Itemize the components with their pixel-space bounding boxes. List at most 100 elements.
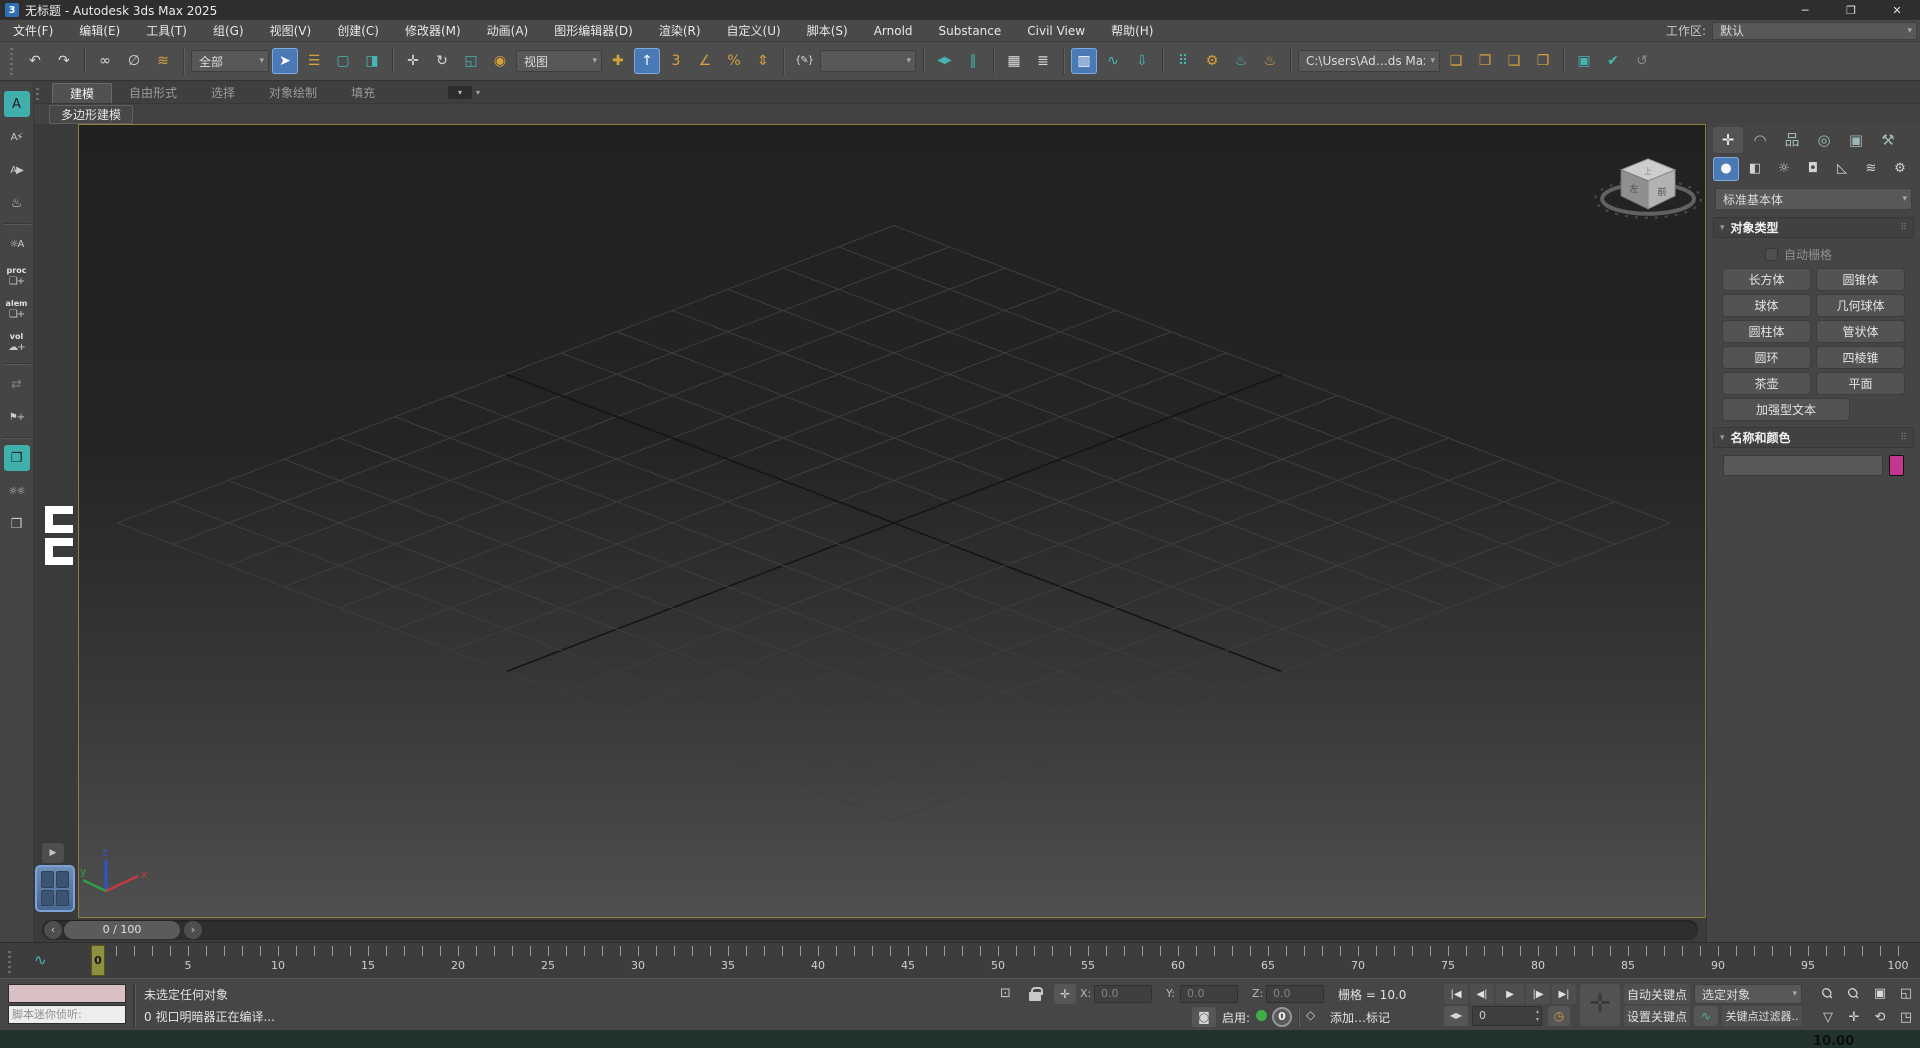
go-end-button[interactable]: ▶| [1552, 984, 1576, 1004]
pan-icon[interactable]: ✛ [1842, 1007, 1866, 1029]
key-mode-toggle-icon[interactable]: ◀▶ [1444, 1006, 1468, 1026]
y-coord-field[interactable]: 0.0 [1180, 985, 1238, 1003]
layer-explorer-icon[interactable]: ≣ [1030, 48, 1056, 74]
named-selection-sets-icon[interactable]: {✎} [791, 48, 817, 74]
material-editor-icon[interactable]: ⠿ [1170, 48, 1196, 74]
time-slider-track[interactable] [42, 920, 1698, 940]
ribbon-tab-填充[interactable]: 填充 [334, 83, 392, 103]
auto-key-button[interactable]: 自动关键点 [1624, 984, 1690, 1004]
current-frame-field[interactable]: 0 ▴▾ [1472, 1006, 1542, 1026]
close-button[interactable]: ✕ [1874, 0, 1920, 20]
object-type-rollout-header[interactable]: ▾ 对象类型 ⠿ [1713, 217, 1914, 238]
object-color-swatch[interactable] [1889, 455, 1904, 476]
ribbon-tab-选择[interactable]: 选择 [194, 83, 252, 103]
menu-item[interactable]: Civil View [1014, 24, 1098, 38]
viewport-canvas[interactable]: 上 左 前 z x y [79, 125, 1705, 917]
arnold-sequence-icon[interactable]: A▶ [4, 157, 30, 183]
viewport-layout-tab-icon[interactable] [45, 538, 73, 565]
project-folder-dropdown[interactable]: C:\Users\Ad…ds Max 2025▾ [1298, 50, 1440, 72]
menu-item[interactable]: 动画(A) [474, 24, 542, 38]
menu-item[interactable]: 编辑(E) [66, 24, 133, 38]
object-button-加强型文本[interactable]: 加强型文本 [1723, 399, 1849, 420]
percent-snap-icon[interactable]: % [721, 48, 747, 74]
mirror-icon[interactable]: ◀▶ [931, 48, 957, 74]
spinner-icon[interactable]: ▴▾ [1536, 1008, 1539, 1024]
scene-health-check-icon[interactable]: ✔ [1600, 48, 1626, 74]
tab-hierarchy[interactable]: 品 [1777, 127, 1807, 153]
object-button-圆柱体[interactable]: 圆柱体 [1723, 321, 1810, 342]
undo-history-icon[interactable]: ↺ [1629, 48, 1655, 74]
ribbon-tab-对象绘制[interactable]: 对象绘制 [252, 83, 334, 103]
arnold-light-icon[interactable]: ☼A [4, 231, 30, 257]
cat-lights[interactable]: ☼ [1771, 157, 1797, 181]
angle-snap-icon[interactable]: ∠ [692, 48, 718, 74]
bind-spacewarp-icon[interactable]: ≋ [150, 48, 176, 74]
x-coord-field[interactable]: 0.0 [1094, 985, 1152, 1003]
object-button-球体[interactable]: 球体 [1723, 295, 1810, 316]
zoom-all-icon[interactable]: Ϙ [1838, 978, 1871, 1011]
toolbar-grip[interactable] [10, 47, 13, 75]
select-link-icon[interactable]: ∞ [92, 48, 118, 74]
move-icon[interactable]: ✛ [400, 48, 426, 74]
menu-item[interactable]: 自定义(U) [714, 24, 794, 38]
autogrid-checkbox[interactable] [1765, 248, 1778, 261]
tab-utilities[interactable]: ⚒ [1873, 127, 1903, 153]
select-object-icon[interactable]: ➤ [272, 48, 298, 74]
go-start-button[interactable]: |◀ [1444, 984, 1468, 1004]
light-lister-icon[interactable]: ☼☼ [4, 478, 30, 504]
tab-create[interactable]: ✛ [1713, 127, 1743, 153]
snap-3d-icon[interactable]: 3 [663, 48, 689, 74]
selection-lock-icon[interactable] [1029, 992, 1041, 1001]
menu-item[interactable]: 修改器(M) [392, 24, 474, 38]
mini-curve-editor-icon[interactable]: ∿ [34, 951, 47, 969]
trackbar-grip[interactable] [8, 949, 11, 973]
arnold-alembic-icon[interactable]: alem❑+ [4, 297, 30, 323]
viewcube[interactable]: 上 左 前 [1595, 159, 1701, 218]
menu-item[interactable]: 视图(V) [257, 24, 325, 38]
project-import-icon[interactable]: ❏ [1443, 48, 1469, 74]
add-marker-label[interactable]: 添加…标记 [1330, 1009, 1390, 1026]
arnold-volume-icon[interactable]: vol☁+ [4, 330, 30, 356]
viewport-layout-tab-icon[interactable] [45, 506, 73, 533]
cat-spacewarps[interactable]: ≋ [1858, 157, 1884, 181]
track-bar[interactable]: ∿ 05101520253035404550556065707580859095… [0, 942, 1920, 978]
object-button-圆锥体[interactable]: 圆锥体 [1817, 269, 1904, 290]
drag-grip-icon[interactable]: ⠿ [1900, 223, 1907, 233]
key-filters-button[interactable]: 关键点过滤器.. [1722, 1006, 1802, 1026]
layout-flyout-button[interactable]: ▶ [42, 843, 64, 863]
render-production-icon[interactable]: ♨ [1257, 48, 1283, 74]
tab-polygon-modeling[interactable]: 多边形建模 [49, 105, 133, 124]
perspective-viewport[interactable]: 上 左 前 z x y [78, 124, 1706, 918]
redo-icon[interactable]: ↷ [51, 48, 77, 74]
unlink-icon[interactable]: ∅ [121, 48, 147, 74]
cat-helpers[interactable]: ◺ [1829, 157, 1855, 181]
project-open-icon[interactable]: ❐ [1472, 48, 1498, 74]
arnold-procedural-icon[interactable]: proc❑+ [4, 264, 30, 290]
current-frame-marker[interactable]: 0 [91, 945, 105, 976]
menu-item[interactable]: 帮助(H) [1098, 24, 1166, 38]
menu-item[interactable]: 渲染(R) [646, 24, 714, 38]
time-configuration-icon[interactable]: ◷ [1548, 1006, 1570, 1026]
restore-button[interactable]: ❐ [1828, 0, 1874, 20]
ref-coord-dropdown[interactable]: 视图▾ [516, 50, 602, 72]
prev-frame-button[interactable]: ◀| [1470, 984, 1494, 1004]
key-filters-icon[interactable]: ∿ [1694, 1006, 1718, 1026]
convert-scene-icon[interactable]: ⇄ [4, 371, 30, 397]
object-button-圆环[interactable]: 圆环 [1723, 347, 1810, 368]
menu-item[interactable]: 组(G) [200, 24, 257, 38]
key-mode-dropdown[interactable]: 选定对象 ▾ [1694, 984, 1802, 1004]
tab-display[interactable]: ▣ [1841, 127, 1871, 153]
rect-selection-region-icon[interactable]: ▢ [330, 48, 356, 74]
object-button-茶壶[interactable]: 茶壶 [1723, 373, 1810, 394]
drag-grip-icon[interactable]: ⠿ [1900, 433, 1907, 443]
menu-item[interactable]: 创建(C) [324, 24, 392, 38]
use-pivot-icon[interactable]: ✚ [605, 48, 631, 74]
play-button[interactable]: ▶ [1496, 984, 1524, 1004]
ribbon-toggle-icon[interactable]: ▥ [1071, 48, 1097, 74]
zoom-extents-icon[interactable]: ▣ [1868, 983, 1892, 1005]
object-button-管状体[interactable]: 管状体 [1817, 321, 1904, 342]
set-key-button[interactable]: 设置关键点 [1624, 1006, 1690, 1026]
menu-item[interactable]: 文件(F) [0, 24, 66, 38]
schematic-view-icon[interactable]: ⇩ [1129, 48, 1155, 74]
arnold-render-icon[interactable]: A⚡ [4, 124, 30, 150]
